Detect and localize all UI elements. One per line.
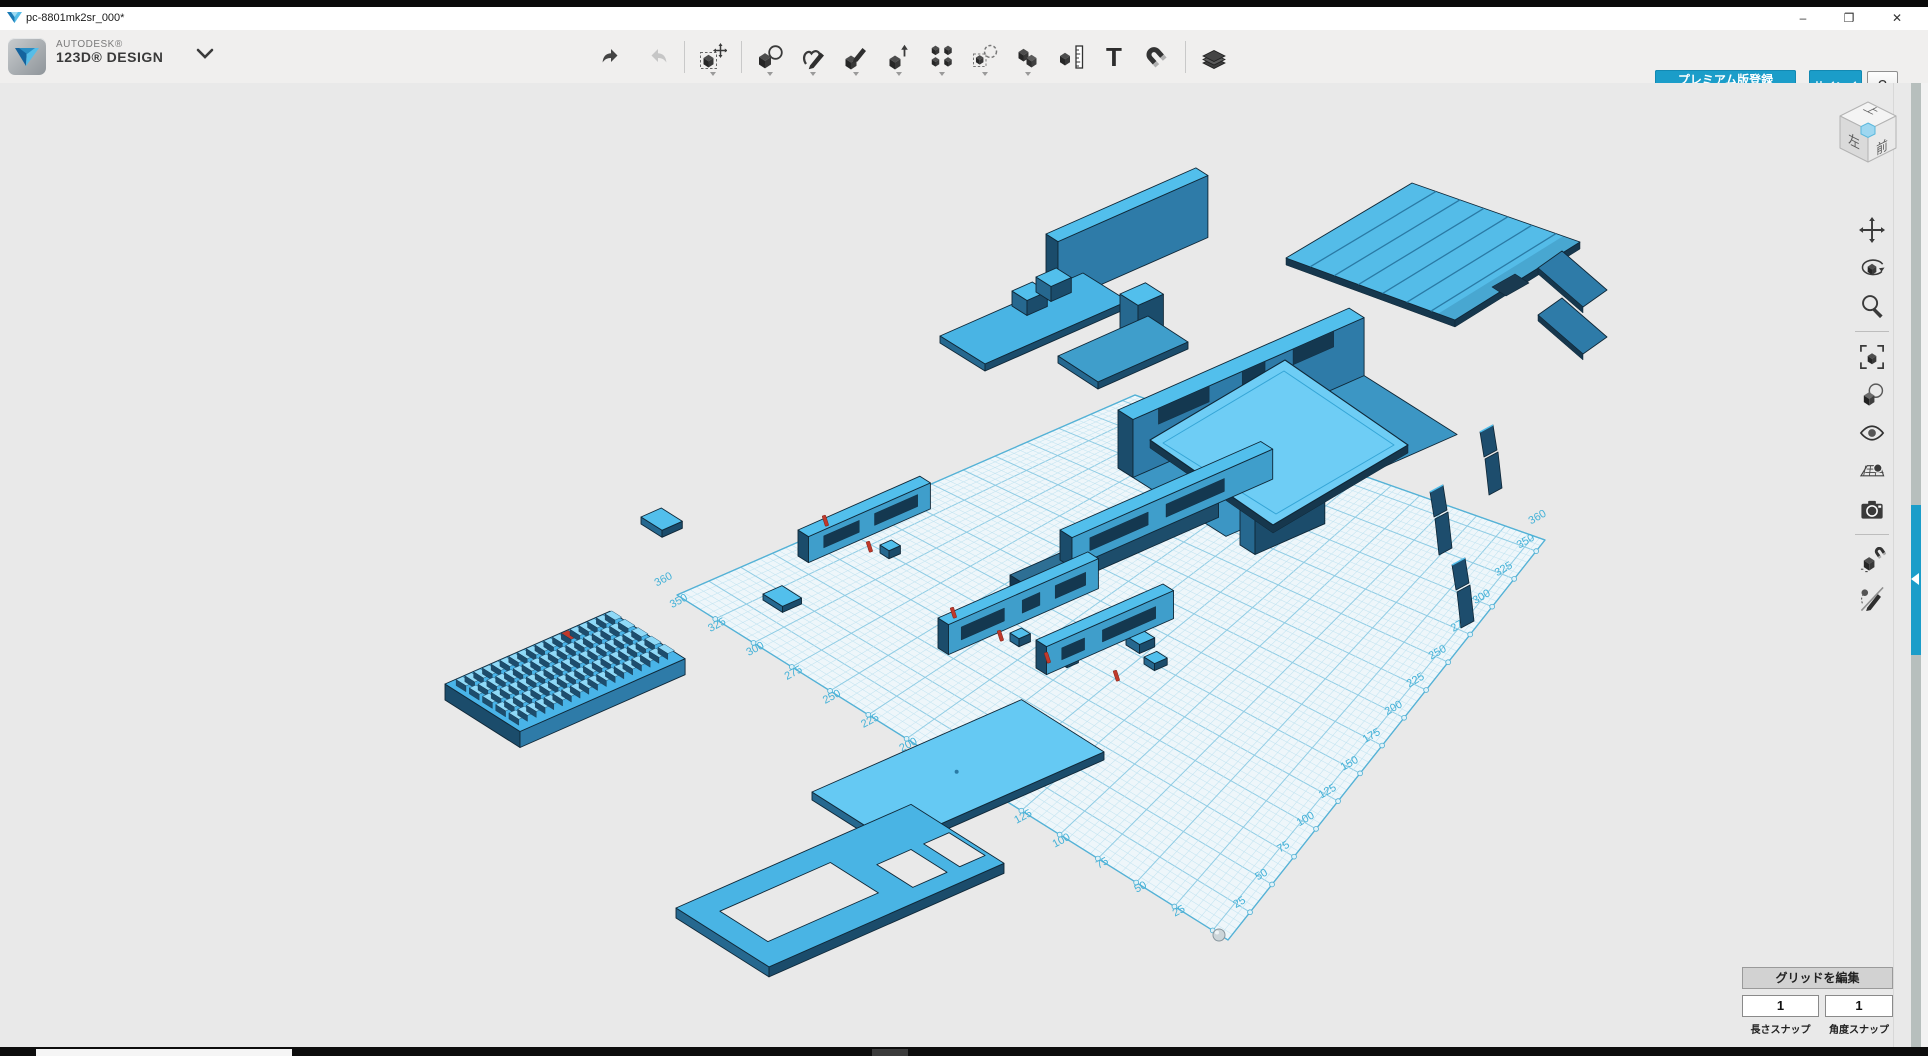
visibility-icon[interactable] bbox=[1857, 418, 1887, 448]
title-bar: pc-8801mk2sr_000* – ❐ ✕ bbox=[0, 7, 1928, 31]
brand-line2: 123D® DESIGN bbox=[56, 50, 163, 65]
close-button[interactable]: ✕ bbox=[1882, 9, 1912, 28]
transform-icon[interactable] bbox=[698, 40, 728, 74]
snap-box-icon[interactable] bbox=[1857, 545, 1887, 575]
taskbar-segment-light[interactable] bbox=[36, 1049, 292, 1056]
dropdown-arrow-icon[interactable] bbox=[767, 72, 773, 76]
top-black-strip bbox=[0, 0, 1928, 7]
app-menu-chevron-icon[interactable] bbox=[196, 48, 214, 60]
viewport-3d[interactable]: 2525505075751001001251251501501751752002… bbox=[0, 83, 1928, 1047]
edit-grid-button[interactable]: グリッドを編集 bbox=[1742, 967, 1893, 989]
pattern-icon[interactable] bbox=[927, 40, 957, 74]
document-title: pc-8801mk2sr_000* bbox=[26, 12, 124, 24]
right-gutter bbox=[1921, 83, 1928, 1047]
snap-icon[interactable] bbox=[1142, 40, 1172, 74]
dropdown-arrow-icon[interactable] bbox=[853, 72, 859, 76]
toolbar-separator bbox=[684, 41, 685, 73]
taskbar-strip bbox=[0, 1047, 1928, 1056]
orbit-icon[interactable] bbox=[1857, 253, 1887, 283]
app-window: pc-8801mk2sr_000* – ❐ ✕ AUTODESK® 123D® … bbox=[0, 0, 1928, 1056]
dropdown-arrow-icon[interactable] bbox=[939, 72, 945, 76]
dropdown-arrow-icon[interactable] bbox=[982, 72, 988, 76]
sketch-icon[interactable] bbox=[798, 40, 828, 74]
primitives-icon[interactable] bbox=[755, 40, 785, 74]
svg-text:360: 360 bbox=[653, 570, 675, 589]
restore-button[interactable]: ❐ bbox=[1834, 9, 1864, 28]
sketch-visibility-icon[interactable] bbox=[1857, 583, 1887, 613]
layers-icon[interactable] bbox=[1199, 40, 1229, 74]
app-logo-icon bbox=[7, 10, 22, 25]
dropdown-arrow-icon[interactable] bbox=[710, 72, 716, 76]
angle-snap-label: 角度スナップ bbox=[1825, 1021, 1893, 1036]
grid-settings-panel: グリッドを編集 1 1 長さスナップ 角度スナップ bbox=[1742, 967, 1893, 989]
material-icon[interactable] bbox=[1857, 380, 1887, 410]
modify-icon[interactable] bbox=[884, 40, 914, 74]
taskbar-segment-gray bbox=[872, 1049, 908, 1056]
panel-expand-arrow-icon bbox=[1911, 573, 1919, 585]
svg-text:360: 360 bbox=[1527, 508, 1549, 528]
group-icon[interactable] bbox=[970, 40, 1000, 74]
combine-icon[interactable] bbox=[1013, 40, 1043, 74]
undo-icon[interactable] bbox=[598, 40, 628, 74]
navigation-toolbar bbox=[1850, 215, 1894, 613]
nav-separator bbox=[1855, 534, 1889, 535]
dropdown-arrow-icon[interactable] bbox=[1025, 72, 1031, 76]
exploded-model-scene: 2525505075751001001251251501501751752002… bbox=[0, 83, 1928, 1047]
app-menu-logo[interactable] bbox=[8, 38, 46, 75]
view-cube[interactable]: 上 左 前 bbox=[1826, 90, 1910, 174]
toolbar-separator bbox=[741, 41, 742, 73]
svg-text:T: T bbox=[1106, 43, 1122, 71]
redo-icon[interactable] bbox=[641, 40, 671, 74]
length-snap-input[interactable]: 1 bbox=[1742, 995, 1819, 1017]
viewcube-corner-highlight[interactable] bbox=[1861, 123, 1875, 138]
minimize-button[interactable]: – bbox=[1788, 9, 1818, 28]
dropdown-arrow-icon[interactable] bbox=[810, 72, 816, 76]
fit-icon[interactable] bbox=[1857, 342, 1887, 372]
construct-icon[interactable] bbox=[841, 40, 871, 74]
toolbar-separator bbox=[1185, 41, 1186, 73]
zoom-icon[interactable] bbox=[1857, 291, 1887, 321]
grid-visibility-icon[interactable] bbox=[1857, 456, 1887, 486]
text-icon[interactable]: T bbox=[1099, 40, 1129, 74]
brand-text: AUTODESK® 123D® DESIGN bbox=[56, 39, 163, 65]
length-snap-label: 長さスナップ bbox=[1742, 1021, 1819, 1036]
pan-icon[interactable] bbox=[1857, 215, 1887, 245]
angle-snap-input[interactable]: 1 bbox=[1825, 995, 1893, 1017]
dropdown-arrow-icon[interactable] bbox=[896, 72, 902, 76]
nav-separator bbox=[1855, 331, 1889, 332]
side-panel-tab[interactable] bbox=[1911, 505, 1921, 655]
main-toolbar: AUTODESK® 123D® DESIGN T bbox=[0, 30, 1928, 84]
screenshot-icon[interactable] bbox=[1857, 494, 1887, 524]
toolbar-icon-row: T bbox=[598, 34, 1229, 80]
measure-icon[interactable] bbox=[1056, 40, 1086, 74]
